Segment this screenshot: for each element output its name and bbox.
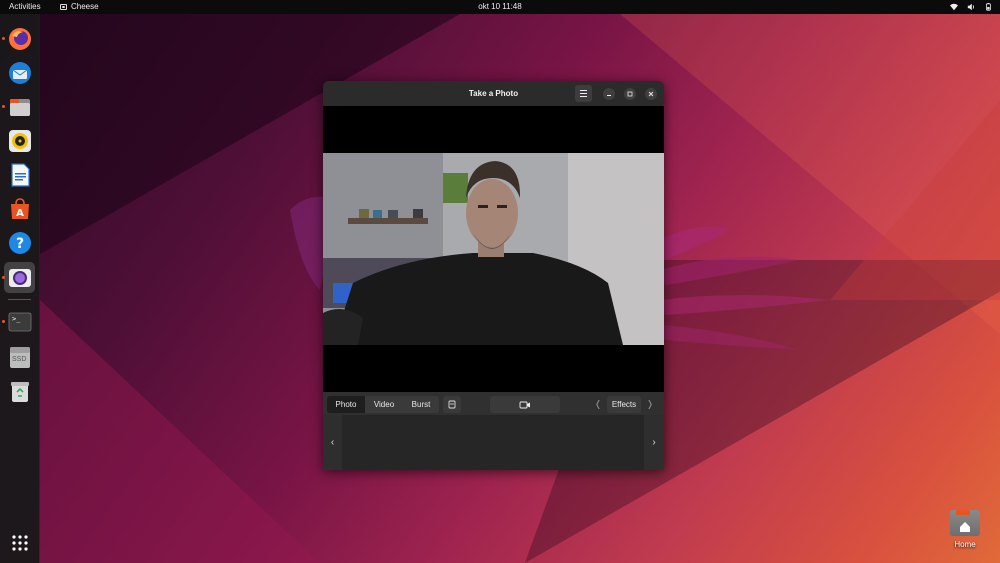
dock-item-help[interactable]: ?: [4, 227, 35, 258]
thumbnails-next-button[interactable]: ›: [644, 415, 664, 470]
writer-icon: [10, 162, 30, 187]
camera-preview: [323, 153, 664, 345]
tab-video[interactable]: Video: [365, 396, 403, 413]
thumbnail-strip[interactable]: [342, 415, 644, 470]
trash-icon: [10, 381, 29, 402]
terminal-icon: >_: [8, 312, 31, 331]
cheese-app-icon: [60, 3, 67, 10]
fullscreen-button[interactable]: [443, 396, 461, 413]
dock-item-cheese[interactable]: [2, 262, 35, 293]
dock-item-trash[interactable]: [4, 376, 35, 407]
effects-prev-button[interactable]: ❬: [591, 396, 605, 413]
app-menu-label: Cheese: [71, 2, 99, 11]
maximize-icon: [627, 91, 633, 97]
top-panel: Activities Cheese okt 10 11:48: [0, 0, 1000, 14]
running-indicator: [2, 320, 5, 323]
desktop: Activities Cheese okt 10 11:48 A ? >_ SS…: [0, 0, 1000, 563]
tab-photo[interactable]: Photo: [327, 396, 365, 413]
close-icon: [648, 91, 654, 97]
svg-text:?: ?: [15, 236, 23, 252]
svg-text:>_: >_: [12, 315, 21, 323]
wifi-icon: [950, 3, 958, 11]
dock-item-rhythmbox[interactable]: [4, 125, 35, 156]
dock-item-ssd[interactable]: SSD: [4, 341, 35, 372]
camera-viewport: [323, 106, 664, 392]
drive-label: SSD: [12, 356, 27, 363]
clock[interactable]: okt 10 11:48: [478, 2, 521, 11]
rhythmbox-icon: [8, 129, 31, 152]
wallpaper-shape: [830, 100, 1000, 300]
effects-button[interactable]: Effects: [607, 396, 641, 413]
hamburger-menu-button[interactable]: [575, 85, 592, 102]
dock-item-thunderbird[interactable]: [4, 57, 35, 88]
svg-text:A: A: [16, 208, 24, 219]
firefox-icon: [8, 27, 31, 50]
desktop-home-folder[interactable]: Home: [944, 508, 986, 552]
wallpaper-shape: [40, 300, 320, 563]
dock: A ? >_ SSD: [0, 14, 39, 563]
thumbnail-area: ‹ ›: [323, 415, 664, 470]
fullscreen-icon: [448, 400, 456, 409]
running-indicator: [2, 276, 5, 279]
title-bar[interactable]: Take a Photo: [323, 81, 664, 106]
dock-item-writer[interactable]: [4, 159, 35, 190]
running-indicator: [2, 105, 5, 108]
maximize-button[interactable]: [624, 88, 636, 100]
minimize-icon: [607, 95, 611, 96]
running-indicator: [2, 37, 5, 40]
volume-icon: [967, 3, 974, 11]
dock-item-files[interactable]: [2, 91, 35, 122]
system-tray[interactable]: [950, 1, 992, 13]
thunderbird-icon: [8, 61, 31, 84]
battery-icon: [986, 3, 991, 11]
software-icon: A: [10, 197, 29, 219]
camera-icon: [519, 401, 530, 408]
cheese-icon: [8, 268, 31, 287]
webcam-image: [323, 153, 664, 345]
close-button[interactable]: [645, 88, 657, 100]
thumbnails-prev-button[interactable]: ‹: [323, 415, 342, 470]
grid-icon: [11, 534, 28, 551]
hamburger-icon: [580, 90, 587, 97]
minimize-button[interactable]: [603, 88, 615, 100]
show-apps-button[interactable]: [4, 527, 35, 558]
home-folder-icon: [950, 510, 980, 536]
tab-burst[interactable]: Burst: [403, 396, 439, 413]
dock-item-firefox[interactable]: [2, 23, 35, 54]
dock-item-terminal[interactable]: >_: [2, 306, 35, 337]
activities-button[interactable]: Activities: [9, 2, 41, 11]
home-folder-label: Home: [954, 540, 976, 549]
files-icon: [9, 98, 30, 116]
app-menu[interactable]: Cheese: [60, 2, 99, 11]
dock-separator: [8, 299, 31, 300]
dock-item-software[interactable]: A: [4, 193, 35, 224]
toolbar: Photo Video Burst ❬ Effects ❭: [323, 392, 664, 415]
take-photo-button[interactable]: [490, 396, 560, 413]
effects-next-button[interactable]: ❭: [643, 396, 657, 413]
cheese-window: Take a Photo Photo Video Burst ❬ Effects…: [323, 81, 664, 470]
help-icon: ?: [8, 231, 31, 254]
